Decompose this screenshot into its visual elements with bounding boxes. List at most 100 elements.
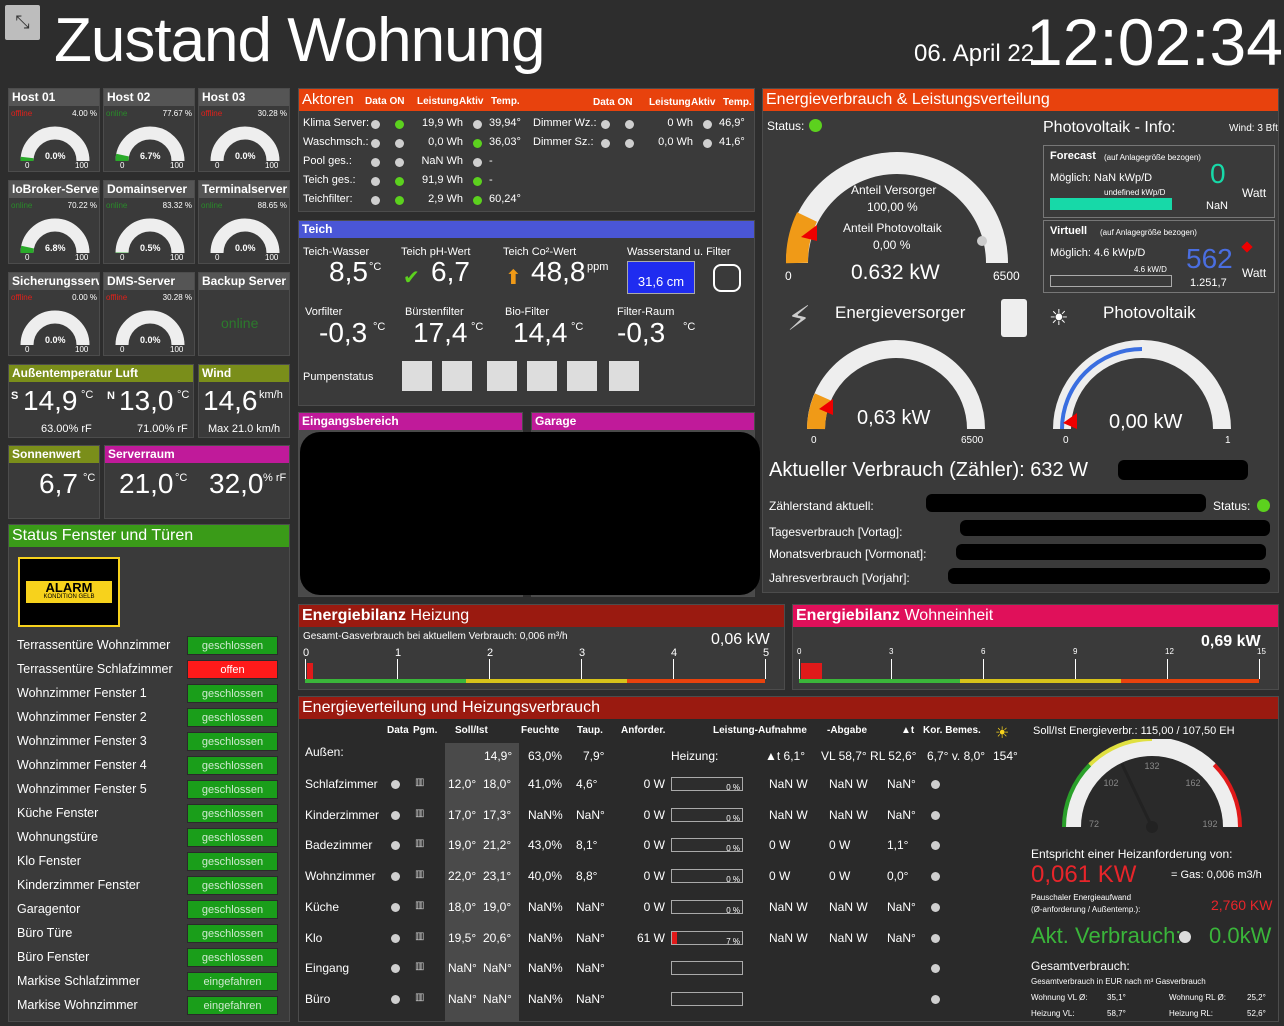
program-icon[interactable]: ▥ [415,900,424,911]
room-data-dot [391,994,400,1004]
aussen-f: 63,0% [528,749,563,763]
aktor-on-dot[interactable] [395,120,404,129]
gauge-tick-label: 132 [1144,761,1159,771]
room-power-bar: 0 % [671,899,743,915]
host-tile[interactable]: Terminalserver online 88.65 % 0.0% 0 100 [198,180,290,264]
room-feuchte: NaN% [528,899,563,914]
fullscreen-button[interactable]: ⤡ [5,5,40,40]
room-dt: NaN° [887,777,916,791]
fenster-status-badge: geschlossen [187,732,278,751]
room-aufnahme: NaN W [769,899,808,914]
aktor-data-dot [371,177,380,186]
program-icon[interactable]: ▥ [415,992,424,1003]
room-ist: 17,3° [483,807,512,822]
pump-icon-3[interactable] [487,361,517,391]
pump-icon-2[interactable] [442,361,472,391]
room-data-dot [391,933,400,943]
energie-panel: Energieverbrauch & Leistungsverteilung S… [762,88,1279,593]
heizung-deg: 154° [993,749,1018,763]
pump-icon-5[interactable] [567,361,597,391]
soll-ist-energie: Soll/Ist Energieverbr.: 115,00 / 107,50 … [1033,725,1235,737]
room-taupunkt: NaN° [576,930,605,945]
fenster-label: Wohnzimmer Fenster 4 [17,758,147,772]
collapse-icon: ⤡ [15,12,30,32]
host-tile-backup[interactable]: Backup Server online [198,272,290,356]
h-data: Data ON [365,96,405,107]
north-temp: 13,0 [119,385,174,416]
room-dt: NaN° [887,899,916,914]
host-tile[interactable]: Host 01 offline 4.00 % 0.0% 0 100 [8,88,100,172]
fenster-status-badge: offen [187,660,278,679]
aktor-on-dot[interactable] [395,158,404,167]
fenster-label: Terrassentüre Schlafzimmer [17,662,173,676]
status2-ok-icon [1257,499,1270,512]
heiz-col-header: Leistung-Aufnahme [713,725,807,736]
host-pct: 70.22 % [67,201,97,210]
cam-garage-title: Garage [532,413,754,430]
room-feuchte: NaN% [528,930,563,945]
host-max: 100 [170,345,184,354]
heiz-col-header: Kor. Bemes. [923,725,981,736]
room-ist: 23,1° [483,869,512,884]
host-tile[interactable]: Host 03 offline 30.28 % 0.0% 0 100 [198,88,290,172]
aktor-on-dot[interactable] [395,177,404,186]
host-max: 100 [75,345,89,354]
host-tile[interactable]: IoBroker-Server online 70.22 % 6.8% 0 100 [8,180,100,264]
scale-tick [1075,659,1076,679]
room-name: Schlafzimmer [305,777,378,791]
host-tile[interactable]: Domainserver online 83.32 % 0.5% 0 100 [103,180,195,264]
pumpen-label: Pumpenstatus [303,371,374,383]
scale-tick-label: 0 [303,647,310,659]
bilanz-w-header: Energiebilanz Wohneinheit [793,605,1278,627]
scale-tick-label: 12 [1165,647,1174,656]
room-soll: 22,0° [448,869,477,884]
program-icon[interactable]: ▥ [415,777,424,788]
host-value: 0.0% [45,335,66,345]
room-abgabe: NaN W [829,807,868,822]
hvl-v: 58,7° [1107,1009,1126,1018]
hvl: Heizung VL: [1031,1009,1075,1018]
bilanz-heizung: Energiebilanz Heizung Gesamt-Gasverbrauc… [298,604,785,690]
program-icon[interactable]: ▥ [415,808,424,819]
aktor-aktiv-dot [473,120,482,129]
hrl-v: 52,6° [1247,1009,1266,1018]
mv-label: Monatsverbrauch [Vormonat]: [769,547,927,561]
sun-icon: ☀ [995,725,1010,742]
fenster-label: Wohnungstüre [17,830,99,844]
room-soll: NaN° [448,961,477,976]
program-icon[interactable]: ▥ [415,931,424,942]
host-tile[interactable]: DMS-Server offline 30.28 % 0.0% 0 100 [103,272,195,356]
room-dt: NaN° [887,807,916,822]
program-icon[interactable]: ▥ [415,838,424,849]
host-pct: 30.28 % [257,109,287,118]
h-aktiv: Aktiv [459,96,484,107]
pump-icon-1[interactable] [402,361,432,391]
aktor-on-dot[interactable] [625,120,634,129]
teich-co2: 48,8 [531,256,586,287]
pump-icon-6[interactable] [609,361,639,391]
aktor-on-dot[interactable] [625,139,634,148]
room-data-dot [391,872,400,882]
heiz-gas: = Gas: 0,006 m3/h [1171,869,1262,881]
south-label: S [11,390,19,402]
host-tile[interactable]: Host 02 online 77.67 % 6.7% 0 100 [103,88,195,172]
host-name: Sicherungsserver [9,273,99,290]
fc-value: 0 [1210,158,1226,189]
aussen-title: Außentemperatur Luft [9,365,193,382]
aktor-on-dot[interactable] [395,139,404,148]
pump-icon-4[interactable] [527,361,557,391]
north-unit: °C [177,389,190,401]
host-tile[interactable]: Sicherungsserver offline 0.00 % 0.0% 0 100 [8,272,100,356]
host-max: 100 [75,253,89,262]
room-name: Eingang [305,961,350,976]
vi-bar [1050,275,1172,287]
room-soll: 19,5° [448,930,477,945]
fenster-status-badge: eingefahren [187,996,278,1015]
room-ist: 19,0° [483,899,512,914]
fenster-label: Küche Fenster [17,806,99,820]
aktor-on-dot[interactable] [395,196,404,205]
program-icon[interactable]: ▥ [415,961,424,972]
program-icon[interactable]: ▥ [415,869,424,880]
aktor-leistung: 91,9 Wh [422,174,463,186]
scale-tick-label: 4 [671,647,678,659]
